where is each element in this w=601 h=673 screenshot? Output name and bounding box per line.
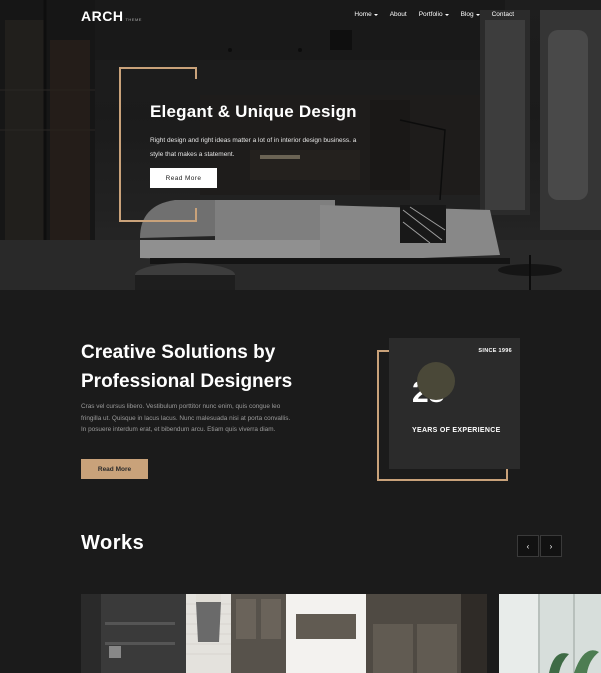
- work-image-kitchen: [81, 594, 487, 673]
- chevron-left-icon: ‹: [526, 541, 530, 551]
- nav-label: Portfolio: [418, 11, 443, 18]
- nav-item-home[interactable]: Home: [354, 11, 378, 18]
- experience-label: YEARS OF EXPERIENCE: [412, 427, 501, 434]
- about-title-line2: Professional Designers: [81, 371, 293, 392]
- about-title-line1: Creative Solutions by: [81, 342, 276, 363]
- hero-read-more-button[interactable]: Read More: [150, 168, 217, 188]
- nav-label: Blog: [460, 11, 474, 18]
- carousel-next-button[interactable]: ›: [540, 535, 562, 557]
- experience-since: SINCE 1996: [478, 348, 512, 354]
- experience-decorative-circle: [417, 362, 455, 400]
- logo-text: ARCH: [81, 8, 124, 24]
- chevron-right-icon: ›: [549, 541, 553, 551]
- hero-description: Right design and right ideas matter a lo…: [150, 137, 357, 158]
- hero-frame-corner-bottom: [187, 208, 197, 222]
- hero-section: ARCH THEME Home About Portfolio Blog Cont…: [0, 0, 601, 290]
- nav-item-about[interactable]: About: [390, 11, 407, 18]
- hero-title: Elegant & Unique Design: [150, 102, 357, 121]
- logo-subtext: THEME: [125, 17, 142, 22]
- work-card-greenhouse[interactable]: [499, 594, 601, 673]
- nav-item-contact[interactable]: Contact: [492, 11, 514, 18]
- chevron-down-icon: [475, 13, 480, 16]
- nav-label: Contact: [491, 11, 514, 18]
- chevron-down-icon: [444, 13, 449, 16]
- about-read-more-button[interactable]: Read More: [81, 459, 148, 479]
- main-navigation: Home About Portfolio Blog Contact: [354, 11, 514, 18]
- nav-item-portfolio[interactable]: Portfolio: [419, 11, 449, 18]
- work-card-kitchen[interactable]: [81, 594, 487, 673]
- site-logo[interactable]: ARCH THEME: [81, 8, 142, 24]
- nav-label: Home: [354, 11, 372, 18]
- nav-label: About: [389, 11, 407, 18]
- nav-item-blog[interactable]: Blog: [461, 11, 480, 18]
- about-title: Creative Solutions by Professional Desig…: [81, 338, 292, 396]
- chevron-down-icon: [373, 13, 378, 16]
- experience-box: SINCE 1996 25 YEARS OF EXPERIENCE: [389, 338, 520, 469]
- works-title: Works: [81, 532, 145, 554]
- hero-frame-corner-top: [187, 67, 197, 79]
- carousel-prev-button[interactable]: ‹: [517, 535, 539, 557]
- about-description: Cras vel cursus libero. Vestibulum portt…: [81, 403, 291, 434]
- work-image-greenhouse: [499, 594, 601, 673]
